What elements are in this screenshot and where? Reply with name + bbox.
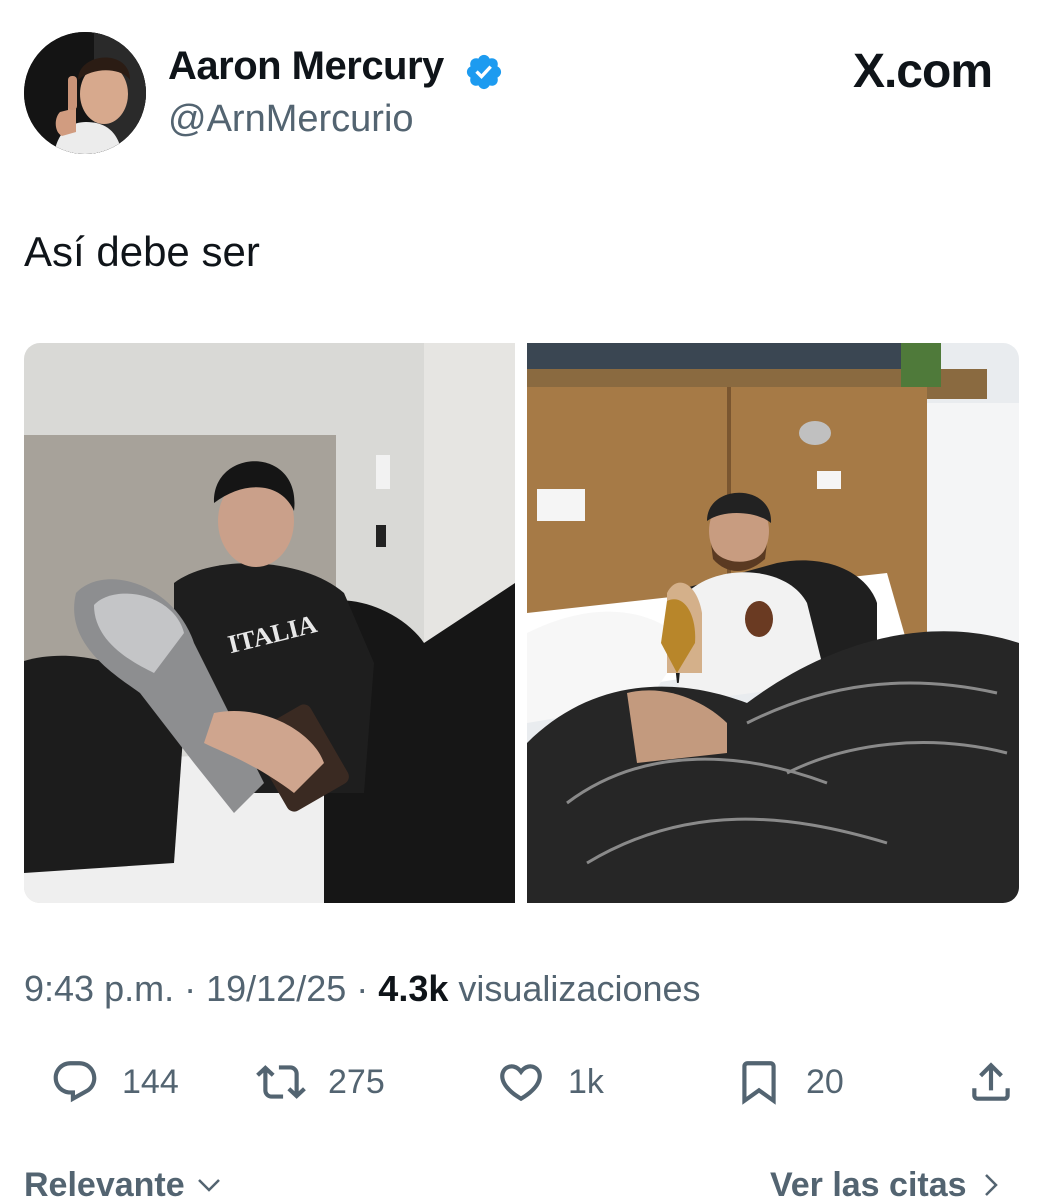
tweet-meta: 9:43 p.m. · 19/12/25 · 4.3k visualizacio…: [24, 968, 701, 1010]
brand-watermark: X.com: [852, 45, 993, 98]
user-handle[interactable]: @ArnMercurio: [168, 98, 414, 141]
reply-button[interactable]: 144: [50, 1050, 179, 1114]
repost-count: 275: [328, 1062, 385, 1101]
repost-icon: [256, 1065, 306, 1099]
views-count: 4.3k: [378, 968, 449, 1009]
tweet-time[interactable]: 9:43 p.m.: [24, 968, 174, 1009]
reply-controls: Relevante Ver las citas: [0, 1166, 1042, 1200]
media-grid: ITALIA: [24, 343, 1019, 903]
photo-left[interactable]: ITALIA: [24, 343, 515, 903]
share-icon: [972, 1062, 1010, 1101]
tweet-header: Aaron Mercury @ArnMercurio X.com: [0, 0, 1042, 180]
like-icon: [500, 1064, 542, 1102]
views-label: visualizaciones: [458, 968, 701, 1009]
sort-dropdown[interactable]: Relevante: [24, 1166, 224, 1200]
action-bar: 144 275 1k 20: [0, 1050, 1042, 1114]
meta-separator: ·: [356, 968, 369, 1009]
verified-badge-icon: [466, 54, 502, 90]
like-button[interactable]: 1k: [496, 1050, 604, 1114]
view-quotes-link[interactable]: Ver las citas: [770, 1166, 1006, 1200]
like-count: 1k: [568, 1062, 604, 1101]
chevron-right-icon: [985, 1174, 998, 1196]
display-name[interactable]: Aaron Mercury: [168, 44, 444, 89]
reply-icon: [53, 1061, 97, 1103]
tweet-text: Así debe ser: [24, 228, 260, 275]
quotes-label: Ver las citas: [769, 1166, 967, 1200]
sort-label: Relevante: [24, 1166, 185, 1200]
photo-right[interactable]: [527, 343, 1019, 903]
share-button[interactable]: [966, 1050, 1016, 1114]
reply-count: 144: [122, 1062, 179, 1101]
bookmark-button[interactable]: 20: [734, 1050, 844, 1114]
repost-button[interactable]: 275: [256, 1050, 385, 1114]
avatar[interactable]: [24, 32, 146, 154]
bookmark-icon: [742, 1061, 776, 1105]
meta-separator: ·: [184, 968, 197, 1009]
chevron-down-icon: [198, 1179, 220, 1192]
bookmark-count: 20: [806, 1062, 844, 1101]
avatar-image: [24, 32, 146, 154]
tweet-date[interactable]: 19/12/25: [206, 968, 346, 1009]
